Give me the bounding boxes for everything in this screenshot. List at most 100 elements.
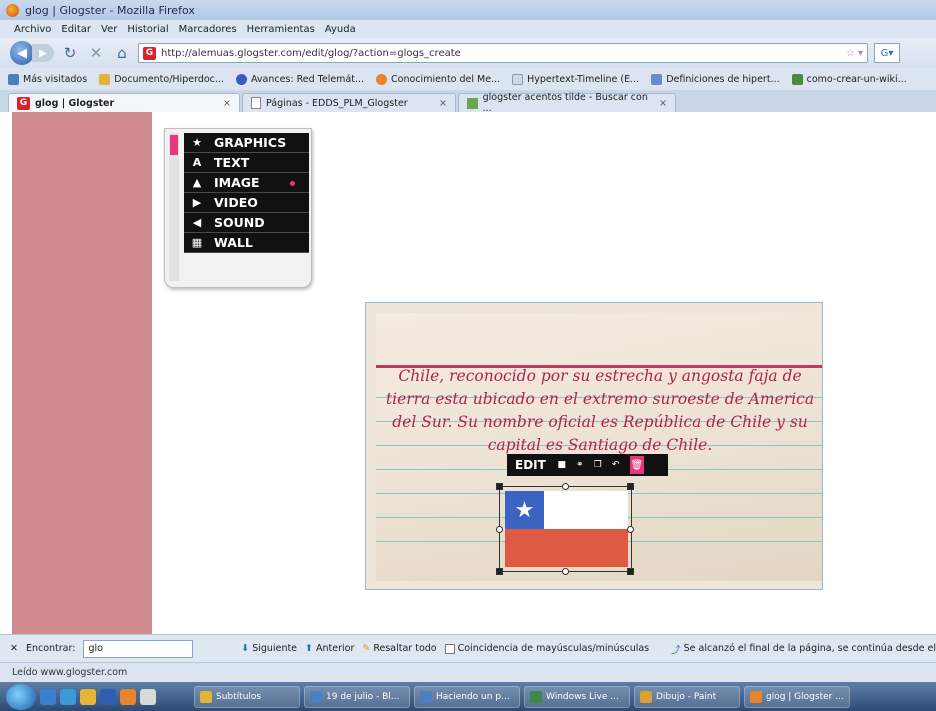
site-favicon-icon: G: [143, 46, 156, 60]
show-desktop-icon[interactable]: [40, 688, 56, 705]
delete-icon[interactable]: 🗑: [629, 456, 644, 474]
find-prev-button[interactable]: ⬆ Anterior: [305, 643, 354, 654]
tab-glog-glogster[interactable]: G glog | Glogster ×: [8, 93, 240, 112]
bookmark-label: Más visitados: [23, 73, 88, 85]
taskbar-item[interactable]: Windows Live ...: [524, 685, 630, 708]
resize-handle[interactable]: [627, 483, 634, 490]
tab-buscar[interactable]: glogster acentos tilde - Buscar con ... …: [458, 92, 676, 114]
link-icon[interactable]: ⚭: [574, 459, 586, 471]
page-icon: [251, 97, 261, 109]
bring-front-icon[interactable]: ■: [556, 459, 568, 471]
resize-handle[interactable]: [562, 568, 569, 575]
taskbar-item[interactable]: glog | Glogster ...: [744, 685, 850, 708]
highlight-all-button[interactable]: ✎ Resaltar todo: [362, 643, 436, 654]
menu-marcadores[interactable]: Marcadores: [179, 24, 237, 35]
taskbar-item-icon: [640, 690, 652, 703]
url-text[interactable]: http://alemuas.glogster.com/edit/glog/?a…: [161, 48, 841, 59]
bookmark-item[interactable]: Conocimiento del Me...: [376, 73, 501, 85]
close-tab-icon[interactable]: ×: [659, 98, 667, 109]
stop-icon[interactable]: ✕: [86, 43, 106, 63]
taskbar-item[interactable]: Haciendo un p...: [414, 685, 520, 708]
taskbar-item[interactable]: Dibujo - Paint: [634, 685, 740, 708]
find-input[interactable]: glo: [83, 639, 194, 658]
tool-image[interactable]: ▲ IMAGE: [184, 173, 309, 193]
firefox-quicklaunch-icon[interactable]: [120, 688, 136, 705]
bookmark-icon: [235, 73, 247, 85]
wall-icon: ▦: [191, 236, 203, 249]
menu-editar[interactable]: Editar: [61, 24, 91, 35]
word-icon[interactable]: [100, 688, 116, 705]
bookmark-icon: [651, 73, 663, 85]
resize-handle[interactable]: [627, 526, 634, 533]
home-icon[interactable]: ⌂: [112, 43, 132, 63]
menu-herramientas[interactable]: Herramientas: [247, 24, 315, 35]
find-next-button[interactable]: ⬇ Siguiente: [241, 643, 297, 654]
highlight-icon: ✎: [362, 643, 371, 654]
media-icon[interactable]: [140, 688, 156, 705]
menu-archivo[interactable]: Archivo: [14, 24, 51, 35]
search-result-icon: [467, 97, 478, 109]
url-bar[interactable]: G http://alemuas.glogster.com/edit/glog/…: [138, 43, 868, 63]
page-viewport: ★ GRAPHICS A TEXT ▲ IMAGE ▶ VIDEO ◀ SOUND ▦ WA…: [0, 112, 936, 634]
tool-wall[interactable]: ▦ WALL: [184, 233, 309, 253]
undo-icon[interactable]: ↶: [610, 459, 622, 471]
tools-menu-handle[interactable]: [170, 135, 178, 155]
tools-menu-tab[interactable]: [169, 133, 179, 281]
find-message-text: Se alcanzó el final de la página, se con…: [683, 643, 936, 654]
ie-icon[interactable]: [60, 688, 76, 705]
bookmark-item[interactable]: Más visitados: [8, 73, 88, 85]
bookmark-item[interactable]: Avances: Red Telemát...: [235, 73, 364, 85]
note-text[interactable]: Chile, reconocido por su estrecha y ango…: [384, 365, 816, 457]
taskbar-item-label: Dibujo - Paint: [656, 691, 717, 702]
bookmark-item[interactable]: Definiciones de hipert...: [651, 73, 780, 85]
wrap-icon: ⤴: [671, 644, 681, 656]
close-find-icon[interactable]: ✕: [10, 643, 18, 654]
tool-graphics[interactable]: ★ GRAPHICS: [184, 133, 309, 153]
taskbar-item[interactable]: Subtítulos: [194, 685, 300, 708]
taskbar-item-icon: [750, 690, 762, 703]
tool-sound[interactable]: ◀ SOUND: [184, 213, 309, 233]
search-engine-icon[interactable]: G▾: [874, 43, 900, 63]
close-tab-icon[interactable]: ×: [223, 98, 231, 109]
menu-ver[interactable]: Ver: [101, 24, 117, 35]
menu-ayuda[interactable]: Ayuda: [325, 24, 356, 35]
chile-flag-image[interactable]: ★: [496, 483, 634, 575]
edit-button[interactable]: EDIT: [515, 458, 546, 472]
resize-handle[interactable]: [627, 568, 634, 575]
resize-handle[interactable]: [496, 483, 503, 490]
reload-icon[interactable]: ↻: [60, 43, 80, 63]
tool-text[interactable]: A TEXT: [184, 153, 309, 173]
tab-label: glogster acentos tilde - Buscar con ...: [482, 92, 648, 114]
start-button-icon[interactable]: [6, 683, 36, 710]
tab-label: Páginas - EDDS_PLM_Glogster: [266, 97, 408, 109]
bookmark-item[interactable]: Hypertext-Timeline (E...: [512, 73, 640, 85]
copy-icon[interactable]: ❐: [592, 459, 604, 471]
find-bar: ✕ Encontrar: glo ⬇ Siguiente ⬆ Anterior ✎ R…: [0, 634, 936, 662]
bookmark-item[interactable]: Documento/Hiperdoc...: [99, 73, 224, 85]
bookmark-star-icon[interactable]: ☆ ▾: [846, 48, 867, 59]
navigation-toolbar: ◀ ▶ ↻ ✕ ⌂ G http://alemuas.glogster.com/…: [0, 38, 936, 68]
taskbar-item-icon: [530, 690, 542, 703]
taskbar-item[interactable]: 19 de julio - Bl...: [304, 685, 410, 708]
window-titlebar: glog | Glogster - Mozilla Firefox: [0, 0, 936, 20]
back-icon[interactable]: ◀: [10, 41, 34, 65]
bookmark-label: Conocimiento del Me...: [391, 73, 501, 85]
windows-taskbar: Subtítulos 19 de julio - Bl... Haciendo …: [0, 682, 936, 711]
resize-handle[interactable]: [496, 526, 503, 533]
match-case-checkbox[interactable]: Coincidencia de mayúsculas/minúsculas: [444, 643, 649, 654]
menu-historial[interactable]: Historial: [127, 24, 168, 35]
resize-handle[interactable]: [496, 568, 503, 575]
window-title: glog | Glogster - Mozilla Firefox: [25, 3, 195, 17]
tool-video[interactable]: ▶ VIDEO: [184, 193, 309, 213]
taskbar-item-label: glog | Glogster ...: [766, 691, 844, 702]
bookmark-icon: [791, 73, 803, 85]
folder-icon[interactable]: [80, 688, 96, 705]
bookmark-item[interactable]: como-crear-un-wiki...: [791, 73, 907, 85]
forward-icon[interactable]: ▶: [32, 44, 54, 62]
taskbar-item-icon: [310, 690, 322, 703]
taskbar-item-label: Haciendo un p...: [436, 691, 510, 702]
resize-handle[interactable]: [562, 483, 569, 490]
close-tab-icon[interactable]: ×: [439, 98, 447, 109]
tab-paginas[interactable]: Páginas - EDDS_PLM_Glogster ×: [242, 93, 456, 112]
bookmark-label: Hypertext-Timeline (E...: [527, 73, 640, 85]
